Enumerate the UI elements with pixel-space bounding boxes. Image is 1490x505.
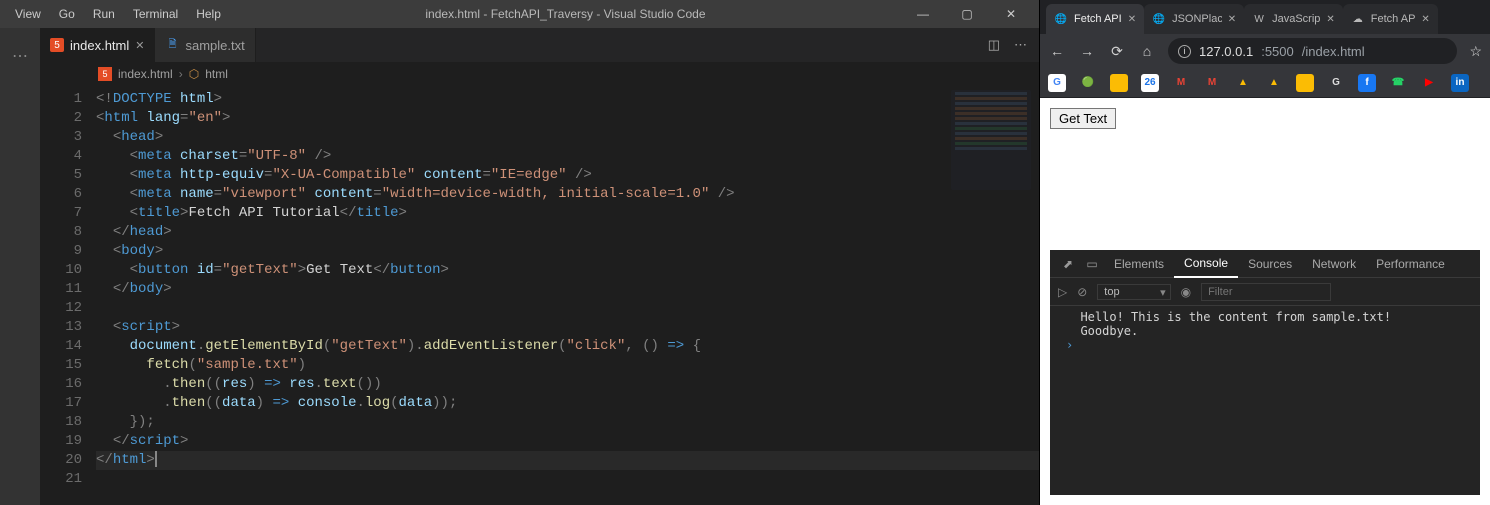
close-icon[interactable]: ✕ [1128, 14, 1136, 25]
editor-tabs: 5 index.html ✕ 🗎 sample.txt ◫ ⋯ [40, 28, 1039, 62]
more-icon[interactable]: ⋯ [0, 38, 40, 74]
drive-icon[interactable]: ▲ [1234, 74, 1252, 92]
home-button[interactable]: ⌂ [1138, 43, 1156, 59]
chrome-window: 🌐 Fetch API ✕ 🌐 JSONPlac ✕ W JavaScrip ✕ ☁ Fetch A… [1040, 0, 1490, 505]
bookmark-star-icon[interactable]: ☆ [1469, 43, 1482, 60]
browser-tab-title: JavaScrip [1272, 13, 1320, 25]
browser-tabstrip: 🌐 Fetch API ✕ 🌐 JSONPlac ✕ W JavaScrip ✕ ☁ Fetch A… [1040, 0, 1490, 34]
browser-toolbar: ← → ⟳ ⌂ i 127.0.0.1 :5500/index.html ☆ [1040, 34, 1490, 68]
line-gutter: 123456789101112131415161718192021 [40, 86, 96, 505]
forward-button[interactable]: → [1078, 43, 1096, 59]
activity-bar: ⋯ [0, 28, 40, 505]
eye-icon[interactable]: ◉ [1181, 285, 1191, 299]
address-bar[interactable]: i 127.0.0.1 :5500/index.html [1168, 38, 1457, 64]
clear-console-icon[interactable]: ⊘ [1077, 285, 1087, 299]
back-button[interactable]: ← [1048, 43, 1066, 59]
bookmarks-bar: G 🟢 26 MM ▲ ▲ Gf ☎ ▶ in [1040, 68, 1490, 98]
keep-icon[interactable] [1110, 74, 1128, 92]
facebook-icon[interactable]: f [1358, 74, 1376, 92]
minimap[interactable] [951, 90, 1031, 190]
menubar: View Go Run Terminal Help index.html - F… [0, 0, 1039, 28]
calendar-icon[interactable]: 26 [1141, 74, 1159, 92]
menu-terminal[interactable]: Terminal [124, 4, 187, 24]
menu-help[interactable]: Help [187, 4, 230, 24]
close-button[interactable]: ✕ [989, 0, 1033, 28]
split-editor-icon[interactable]: ◫ [988, 37, 1000, 53]
close-icon[interactable]: ✕ [1228, 14, 1236, 25]
context-selector[interactable]: top [1097, 284, 1170, 300]
linkedin-icon[interactable]: in [1451, 74, 1469, 92]
devtools-tabs: ⬈ ▭ Elements Console Sources Network Per… [1050, 250, 1480, 278]
google-icon[interactable]: G [1048, 74, 1066, 92]
code-editor[interactable]: 123456789101112131415161718192021 <!DOCT… [40, 86, 1039, 505]
url-port: :5500 [1261, 44, 1294, 59]
url-path: /index.html [1302, 44, 1365, 59]
tab-label: sample.txt [185, 38, 244, 53]
youtube-icon[interactable]: ▶ [1420, 74, 1438, 92]
code-body[interactable]: <!DOCTYPE html><html lang="en"> <head> <… [96, 86, 1039, 505]
devtools-tab-sources[interactable]: Sources [1238, 251, 1302, 277]
drive2-icon[interactable]: ▲ [1265, 74, 1283, 92]
devtools-tab-performance[interactable]: Performance [1366, 251, 1455, 277]
reload-button[interactable]: ⟳ [1108, 43, 1126, 60]
close-icon[interactable]: ✕ [1326, 14, 1334, 25]
chevron-right-icon: › [179, 67, 183, 81]
browser-tab[interactable]: 🌐 Fetch API ✕ [1046, 4, 1144, 34]
console-filter-input[interactable] [1201, 283, 1331, 301]
tab-index-html[interactable]: 5 index.html ✕ [40, 28, 155, 62]
minimize-button[interactable]: — [901, 0, 945, 28]
play-icon[interactable]: ▷ [1058, 285, 1067, 299]
gmail-icon[interactable]: M [1172, 74, 1190, 92]
page-viewport: Get Text ⬈ ▭ Elements Console Sources Ne… [1040, 98, 1490, 505]
text-file-icon: 🗎 [165, 38, 179, 52]
editor-area: 5 index.html ✕ 🗎 sample.txt ◫ ⋯ 5 index.… [40, 28, 1039, 505]
close-icon[interactable]: ✕ [135, 39, 144, 52]
browser-tab-title: Fetch API [1074, 13, 1122, 25]
gmail2-icon[interactable]: M [1203, 74, 1221, 92]
menu-go[interactable]: Go [50, 4, 84, 24]
tab-sample-txt[interactable]: 🗎 sample.txt [155, 28, 255, 62]
console-output[interactable]: Hello! This is the content from sample.t… [1050, 306, 1480, 495]
url-host: 127.0.0.1 [1199, 44, 1253, 59]
browser-tab[interactable]: W JavaScrip ✕ [1244, 4, 1343, 34]
inspect-element-icon[interactable]: ⬈ [1056, 257, 1080, 271]
tab-label: index.html [70, 38, 129, 53]
browser-tab[interactable]: 🌐 JSONPlac ✕ [1144, 4, 1244, 34]
globe-icon: 🌐 [1152, 12, 1166, 26]
browser-tab[interactable]: ☁ Fetch AP ✕ [1343, 4, 1438, 34]
symbol-icon: ⬡ [189, 67, 199, 81]
site-info-icon[interactable]: i [1178, 45, 1191, 58]
console-prompt[interactable]: › [1066, 338, 1080, 352]
devtools-panel: ⬈ ▭ Elements Console Sources Network Per… [1050, 250, 1480, 495]
window-controls: — ▢ ✕ [901, 0, 1033, 28]
browser-tab-title: JSONPlac [1172, 13, 1222, 25]
w3-icon: W [1252, 12, 1266, 26]
html5-icon: 5 [50, 38, 64, 52]
more-actions-icon[interactable]: ⋯ [1014, 37, 1027, 53]
get-text-button[interactable]: Get Text [1050, 108, 1116, 129]
console-toolbar: ▷ ⊘ top ◉ [1050, 278, 1480, 306]
menu-run[interactable]: Run [84, 4, 124, 24]
cloud-icon: ☁ [1351, 12, 1365, 26]
folder-icon[interactable] [1296, 74, 1314, 92]
device-toggle-icon[interactable]: ▭ [1080, 257, 1104, 271]
devtools-tab-elements[interactable]: Elements [1104, 251, 1174, 277]
breadcrumb-symbol[interactable]: html [205, 67, 228, 81]
devtools-tab-console[interactable]: Console [1174, 250, 1238, 278]
globe-icon: 🌐 [1054, 12, 1068, 26]
html5-icon: 5 [98, 67, 112, 81]
close-icon[interactable]: ✕ [1421, 14, 1429, 25]
devtools-tab-network[interactable]: Network [1302, 251, 1366, 277]
evernote-icon[interactable]: 🟢 [1079, 74, 1097, 92]
vscode-window: View Go Run Terminal Help index.html - F… [0, 0, 1040, 505]
breadcrumb-file[interactable]: index.html [118, 67, 173, 81]
maximize-button[interactable]: ▢ [945, 0, 989, 28]
window-title: index.html - FetchAPI_Traversy - Visual … [230, 7, 901, 21]
menu-view[interactable]: View [6, 4, 50, 24]
whatsapp-icon[interactable]: ☎ [1389, 74, 1407, 92]
browser-tab-title: Fetch AP [1371, 13, 1416, 25]
breadcrumbs[interactable]: 5 index.html › ⬡ html [40, 62, 1039, 86]
g-letter-icon[interactable]: G [1327, 74, 1345, 92]
